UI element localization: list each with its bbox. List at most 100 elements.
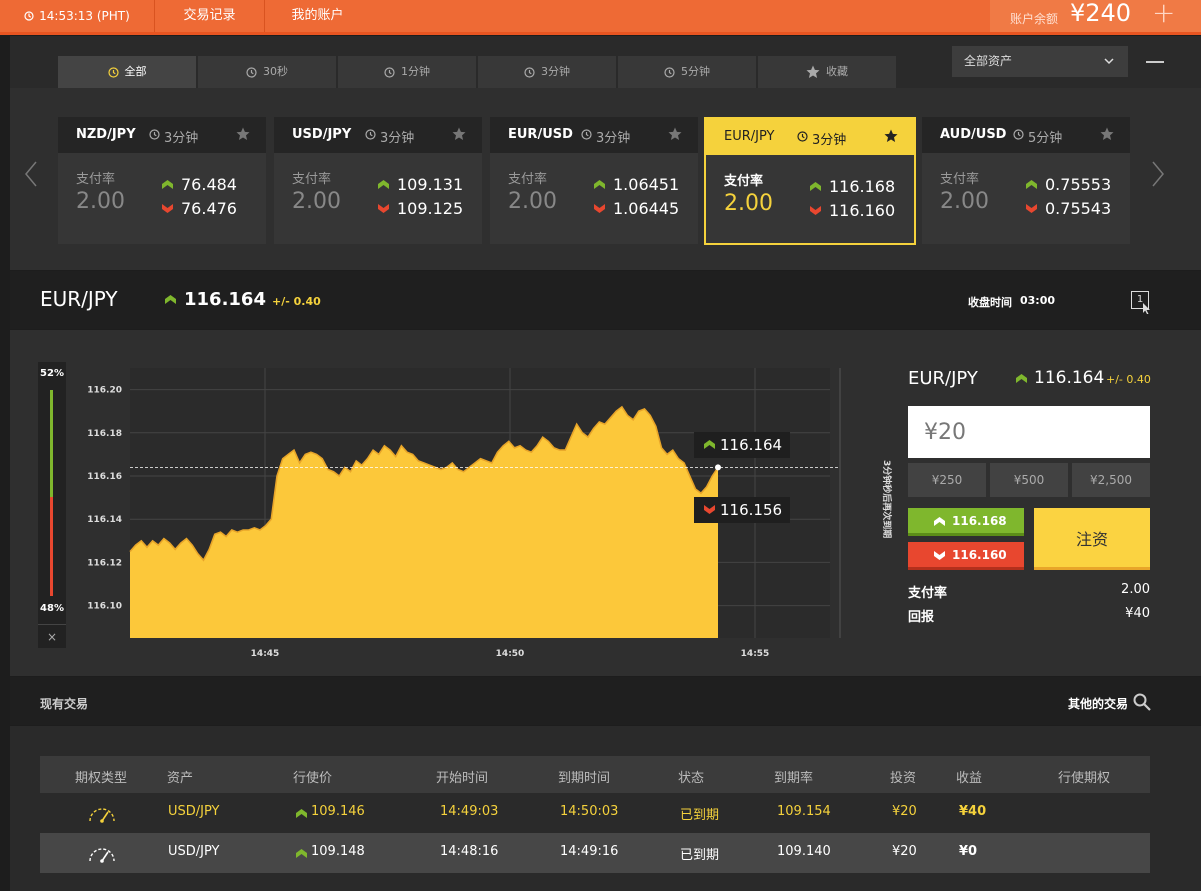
call-up-price: 116.168 xyxy=(952,514,1007,528)
cell-start: 14:49:03 xyxy=(440,804,499,819)
asset-filter-select[interactable]: 全部资产 xyxy=(952,46,1128,77)
trades-table-header: 期权类型 资产 行使价 开始时间 到期时间 状态 到期率 投资 收益 行使期权 xyxy=(40,756,1150,793)
card-pair: EUR/USD xyxy=(508,127,573,142)
speedometer-icon xyxy=(89,808,115,823)
tab-3[interactable]: 3分钟 xyxy=(478,56,617,88)
table-row[interactable]: USD/JPY 109.146 14:49:03 14:50:03 已到期 109.154… xyxy=(40,793,1150,833)
arrow-up-icon xyxy=(165,295,176,304)
cell-expiry: 14:49:16 xyxy=(560,844,619,859)
search-icon[interactable] xyxy=(1133,693,1151,711)
arrow-up-icon xyxy=(296,809,307,818)
card-payout-value: 2.00 xyxy=(724,191,773,216)
star-icon[interactable] xyxy=(884,129,898,143)
tab-1[interactable]: 30秒 xyxy=(198,56,337,88)
tab-label: 1分钟 xyxy=(401,65,430,78)
card-pair: USD/JPY xyxy=(292,127,352,142)
asset-filter-value: 全部资产 xyxy=(964,54,1013,68)
table-row[interactable]: USD/JPY 109.148 14:48:16 14:49:16 已到期 109.140… xyxy=(40,833,1150,873)
chevron-down-icon xyxy=(1104,58,1114,65)
clock-icon xyxy=(107,66,119,78)
star-icon[interactable] xyxy=(452,127,466,141)
price-chart[interactable]: 14:45 14:50 14:55 116.20 116.18 116.16 116.14 1… xyxy=(80,360,910,660)
column-header: 期权类型 xyxy=(75,771,128,786)
asset-card-eur-jpy[interactable]: EUR/JPY 3分钟 支付率 2.00 116.168 116.160 xyxy=(704,117,916,245)
put-down-button[interactable]: 116.160 xyxy=(908,542,1024,570)
asset-card-nzd-jpy[interactable]: NZD/JPY 3分钟 支付率 2.00 76.484 76.476 xyxy=(58,117,266,244)
preset-amount-1[interactable]: ¥500 xyxy=(990,463,1068,497)
sentiment-down-bar xyxy=(50,497,53,596)
chevron-left-icon[interactable] xyxy=(24,161,38,187)
star-icon[interactable] xyxy=(1100,127,1114,141)
star-icon[interactable] xyxy=(668,127,682,141)
arrow-up-icon xyxy=(296,849,307,858)
star-icon[interactable] xyxy=(236,127,250,141)
nav-my-account[interactable]: 我的账户 xyxy=(265,0,370,32)
amount-input[interactable]: ¥20 xyxy=(908,406,1150,458)
arrow-up-icon xyxy=(594,180,605,189)
sentiment-close-button[interactable]: × xyxy=(38,630,66,644)
sentiment-down-percent: 48% xyxy=(40,603,64,614)
card-down-price: 109.125 xyxy=(397,199,464,218)
add-funds-button[interactable]: + xyxy=(1152,0,1175,29)
column-header: 到期率 xyxy=(774,771,814,786)
preset-label: ¥500 xyxy=(1013,473,1045,487)
speedometer-icon xyxy=(89,848,115,863)
arrow-up-icon xyxy=(1026,180,1037,189)
star-icon[interactable] xyxy=(806,65,820,79)
cell-profit: ¥40 xyxy=(959,804,987,819)
card-header: EUR/JPY 3分钟 xyxy=(706,119,914,155)
up-tag-value: 116.164 xyxy=(720,436,782,454)
clock-icon xyxy=(246,66,257,78)
return-label: 回报 xyxy=(908,610,935,625)
card-pair: AUD/USD xyxy=(940,127,1007,142)
other-trades-link[interactable]: 其他的交易 xyxy=(1068,695,1128,712)
chevron-right-icon[interactable] xyxy=(1151,161,1165,187)
nav-trade-history[interactable]: 交易记录 xyxy=(155,0,265,32)
x-tick-label: 14:45 xyxy=(251,649,280,659)
preset-amount-2[interactable]: ¥2,500 xyxy=(1072,463,1150,497)
preset-label: ¥250 xyxy=(931,473,963,487)
clock-icon xyxy=(797,131,808,142)
card-period: 3分钟 xyxy=(812,133,847,148)
card-header: NZD/JPY 3分钟 xyxy=(58,117,266,153)
asset-card-eur-usd[interactable]: EUR/USD 3分钟 支付率 2.00 1.06451 1.06445 xyxy=(490,117,698,244)
card-payout-value: 2.00 xyxy=(940,189,989,214)
collapse-icon[interactable] xyxy=(1146,61,1164,63)
tab-5[interactable]: 收藏 xyxy=(758,56,897,88)
up-price-tag: 116.164 xyxy=(694,432,790,458)
balance-label: 账户余额 xyxy=(1010,12,1059,26)
pair-title: EUR/JPY xyxy=(40,287,118,311)
tab-label: 3分钟 xyxy=(541,65,570,78)
call-up-button[interactable]: 116.168 xyxy=(908,508,1024,536)
card-payout-value: 2.00 xyxy=(508,189,557,214)
tab-4[interactable]: 5分钟 xyxy=(618,56,757,88)
arrow-down-icon xyxy=(378,204,389,213)
clock-text: 14:53:13 (PHT) xyxy=(39,9,130,23)
card-pair: NZD/JPY xyxy=(76,127,136,142)
preset-amount-0[interactable]: ¥250 xyxy=(908,463,986,497)
arrow-up-icon xyxy=(162,180,173,189)
tab-2[interactable]: 1分钟 xyxy=(338,56,477,88)
arrow-up-icon xyxy=(810,182,821,191)
invest-button[interactable]: 注资 xyxy=(1034,508,1150,570)
clock-icon xyxy=(1013,129,1024,140)
payout-label: 支付率 xyxy=(908,586,948,601)
card-payout-value: 2.00 xyxy=(292,189,341,214)
down-tag-value: 116.156 xyxy=(720,501,782,519)
card-up-price: 116.168 xyxy=(829,177,896,196)
cell-strike: 109.146 xyxy=(311,804,365,819)
y-tick-label: 116.12 xyxy=(87,558,122,568)
expiry-side-label: 3分钟秒后再次到期 xyxy=(881,460,893,538)
balance-value: ¥240 xyxy=(1070,0,1132,27)
close-time-label: 收盘时间 xyxy=(968,296,1012,309)
asset-card-usd-jpy[interactable]: USD/JPY 3分钟 支付率 2.00 109.131 109.125 xyxy=(274,117,482,244)
x-tick-label: 14:55 xyxy=(741,649,770,659)
asset-card-aud-usd[interactable]: AUD/USD 5分钟 支付率 2.00 0.75553 0.75543 xyxy=(922,117,1130,244)
tab-label: 30秒 xyxy=(263,65,288,78)
column-header: 开始时间 xyxy=(436,771,489,786)
card-pair: EUR/JPY xyxy=(724,129,775,144)
card-payout-label: 支付率 xyxy=(292,172,332,187)
cell-status: 已到期 xyxy=(680,808,720,823)
card-period: 3分钟 xyxy=(596,131,631,146)
tab-0[interactable]: 全部 xyxy=(58,56,197,88)
